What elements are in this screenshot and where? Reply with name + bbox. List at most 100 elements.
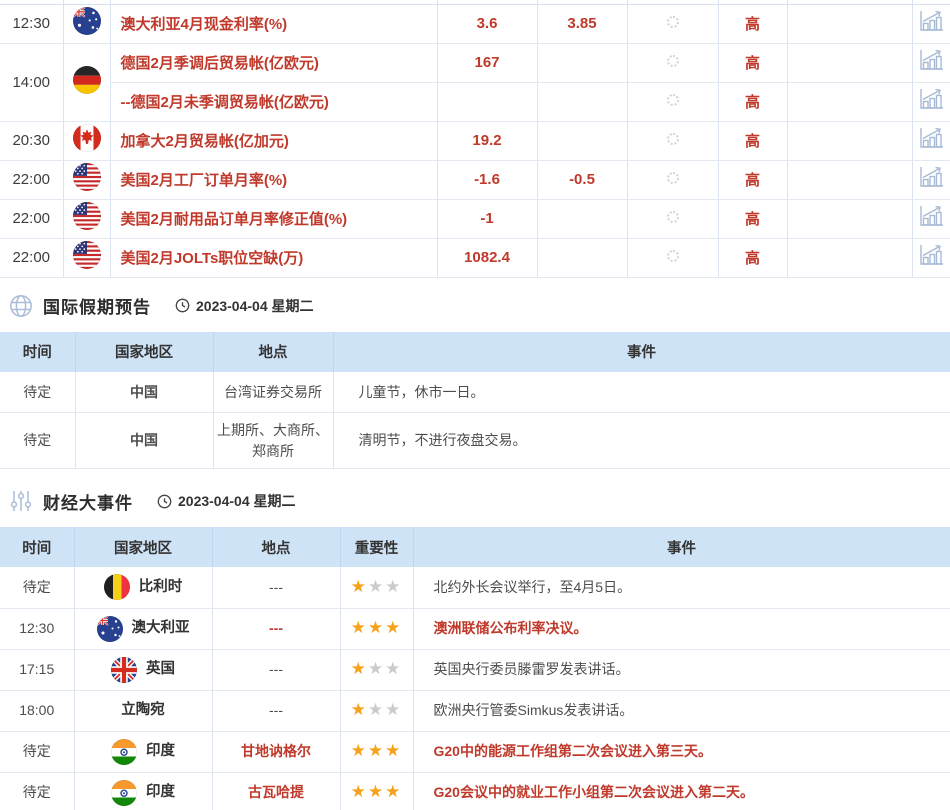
chart-icon[interactable]: [919, 10, 944, 32]
financial-calendar-page: 12:30 澳大利亚4月现金利率(%) 3.6 3.85 高 14:00 德国2月季调后…: [0, 0, 950, 810]
importance-stars: ★★★: [351, 741, 403, 761]
loading-spinner-icon: [666, 210, 679, 223]
published-value-cell: [627, 160, 719, 200]
chart-button-cell[interactable]: [912, 43, 950, 83]
event-row: 待定 印度 甘地讷格尔 ★★★ G20中的能源工作组第二次会议进入第三天。: [0, 731, 950, 773]
holiday-event-text[interactable]: 儿童节，休市一日。: [359, 384, 485, 400]
location: ---: [212, 690, 341, 732]
previous-value: -1.6: [437, 160, 538, 200]
event-text[interactable]: 英国央行委员滕雷罗发表讲话。: [434, 661, 630, 677]
country-cell: 立陶宛: [74, 690, 213, 732]
country-cell: 印度: [74, 731, 213, 773]
event-time: 22:00: [0, 199, 64, 239]
country-name: 英国: [146, 660, 175, 677]
globe-icon: [10, 294, 32, 317]
star-icon: ★: [350, 782, 368, 802]
event-text[interactable]: 澳洲联储公布利率决议。: [434, 620, 588, 636]
event-row: 18:00 立陶宛 --- ★★★ 欧洲央行管委Simkus发表讲话。: [0, 690, 950, 732]
chart-icon[interactable]: [919, 127, 944, 149]
location: 台湾证券交易所: [213, 371, 334, 413]
star-icon: ★: [350, 618, 368, 638]
chart-button-cell[interactable]: [912, 199, 950, 239]
column-header: 地点: [212, 527, 341, 567]
flag-australia-icon: [96, 615, 123, 642]
star-icon: ★: [385, 782, 403, 802]
empty-cell: [787, 43, 913, 83]
event-time: 22:00: [0, 160, 64, 200]
chart-button-cell[interactable]: [912, 121, 950, 161]
location: 甘地讷格尔: [212, 731, 341, 773]
chart-icon[interactable]: [919, 49, 944, 71]
events-section-header: 财经大事件 2023-04-04 星期二: [8, 488, 950, 514]
forecast-value: [537, 43, 628, 83]
star-icon: ★: [367, 700, 386, 720]
empty-cell: [787, 160, 913, 200]
indicator-title-link[interactable]: --德国2月未季调贸易帐(亿欧元): [121, 94, 329, 111]
holiday-row: 待定 中国 上期所、大商所、郑商所 清明节，不进行夜盘交易。: [0, 412, 950, 469]
event-text[interactable]: G20中的能源工作组第二次会议进入第三天。: [434, 743, 712, 759]
indicator-title-link[interactable]: 美国2月工厂订单月率(%): [121, 172, 288, 189]
star-icon: ★: [350, 576, 368, 596]
forecast-value: [537, 82, 628, 122]
event-time: 待定: [0, 772, 75, 810]
importance-stars: ★★★: [351, 659, 403, 679]
column-header: 国家地区: [75, 331, 214, 372]
column-header: 地点: [213, 331, 334, 372]
flag-uk-icon: [111, 656, 137, 683]
forecast-value: 3.85: [537, 4, 628, 44]
chart-button-cell[interactable]: [912, 238, 950, 278]
event-time: 14:00: [0, 43, 64, 122]
published-value-cell: [627, 4, 719, 44]
economic-row: 14:00 德国2月季调后贸易帐(亿欧元) 167 高: [0, 43, 950, 122]
indicator-title-link[interactable]: 澳大利亚4月现金利率(%): [121, 16, 288, 33]
clock-icon: [175, 298, 190, 313]
star-icon: ★: [367, 782, 386, 802]
event-text[interactable]: 欧洲央行管委Simkus发表讲话。: [434, 702, 634, 718]
country-name: 比利时: [138, 578, 183, 595]
events-table: 时间 国家地区 地点 重要性 事件 待定 比利时 --- ★★★ 北约外长会议举行，至4月5日。…: [0, 527, 950, 810]
loading-spinner-icon: [666, 54, 679, 67]
flag-belgium-icon: [103, 574, 130, 601]
event-text[interactable]: 北约外长会议举行，至4月5日。: [434, 579, 632, 595]
event-row: 17:15 英国 --- ★★★ 英国央行委员滕雷罗发表讲话。: [0, 649, 950, 691]
chart-icon[interactable]: [919, 205, 944, 227]
empty-cell: [787, 238, 913, 278]
column-header: 时间: [0, 527, 75, 567]
chart-button-cell[interactable]: [912, 4, 950, 44]
event-text[interactable]: G20会议中的就业工作小组第二次会议进入第二天。: [434, 784, 754, 800]
flag-india-icon: [111, 738, 137, 765]
indicator-title-link[interactable]: 加拿大2月贸易帐(亿加元): [121, 133, 289, 150]
holiday-row: 待定 中国 台湾证券交易所 儿童节，休市一日。: [0, 371, 950, 413]
previous-value: 167: [437, 43, 538, 83]
chart-button-cell[interactable]: [912, 160, 950, 200]
star-icon: ★: [367, 618, 386, 638]
event-time: 待定: [0, 412, 76, 469]
chart-button-cell[interactable]: [912, 82, 950, 122]
star-icon: ★: [385, 659, 403, 679]
country-cell: 比利时: [74, 567, 213, 609]
location: 上期所、大商所、郑商所: [213, 412, 334, 469]
location: 古瓦哈提: [212, 772, 341, 810]
flag-india-icon: [111, 779, 137, 806]
star-icon: ★: [385, 741, 403, 761]
chart-icon[interactable]: [919, 244, 944, 266]
event-row: 12:30 澳大利亚 --- ★★★ 澳洲联储公布利率决议。: [0, 608, 950, 650]
empty-cell: [787, 82, 913, 122]
event-time: 18:00: [0, 690, 75, 732]
event-time: 12:30: [0, 608, 75, 650]
published-value-cell: [627, 199, 719, 239]
economic-row: 22:00 美国2月工厂订单月率(%) -1.6 -0.5 高: [0, 160, 950, 200]
chart-icon[interactable]: [919, 88, 944, 110]
sliders-icon: [10, 491, 32, 511]
chart-icon[interactable]: [919, 166, 944, 188]
holiday-table-header-row: 时间 国家地区 地点 事件: [0, 331, 950, 372]
importance-cell: ★★★: [340, 567, 414, 609]
importance-level: 高: [718, 199, 788, 239]
holiday-event-text[interactable]: 清明节，不进行夜盘交易。: [359, 432, 527, 448]
country-name: 澳大利亚: [131, 619, 190, 636]
forecast-value: [537, 238, 628, 278]
indicator-title-link[interactable]: 德国2月季调后贸易帐(亿欧元): [121, 55, 319, 72]
indicator-title-link[interactable]: 美国2月JOLTs职位空缺(万): [121, 250, 304, 267]
event-time: 20:30: [0, 121, 64, 161]
indicator-title-link[interactable]: 美国2月耐用品订单月率修正值(%): [121, 211, 348, 228]
